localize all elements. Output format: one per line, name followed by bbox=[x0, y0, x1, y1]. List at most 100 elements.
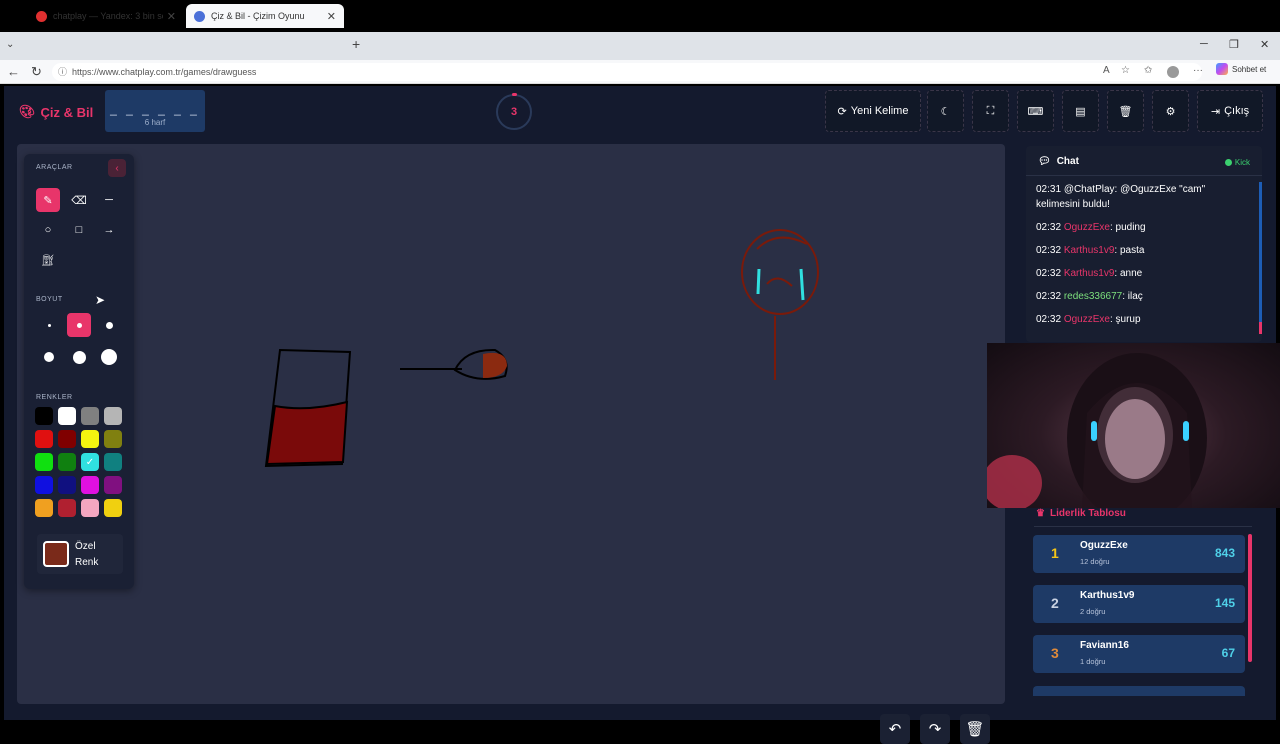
color-swatch[interactable] bbox=[81, 430, 99, 448]
app-logo: 🎨︎ Çiz & Bil bbox=[19, 104, 93, 120]
undo-button[interactable]: ↶ bbox=[880, 714, 910, 744]
platform-status: Kick bbox=[1225, 158, 1250, 167]
exit-button[interactable]: ⇥ Çıkış bbox=[1197, 90, 1263, 132]
message-time: 02:32 bbox=[1036, 291, 1062, 302]
close-tab-icon[interactable]: ✕ bbox=[327, 10, 336, 23]
message-time: 02:32 bbox=[1036, 222, 1062, 233]
line-tool[interactable]: ─ bbox=[97, 188, 121, 212]
drawing-canvas[interactable]: ↶ ↷ 🗑︎ bbox=[17, 144, 1005, 744]
new-tab-icon[interactable]: + bbox=[352, 36, 360, 52]
color-swatch[interactable] bbox=[35, 476, 53, 494]
collapse-panel-button[interactable]: ‹ bbox=[108, 159, 126, 177]
chat-message: 02:32 Karthus1v9: anne bbox=[1036, 266, 1251, 281]
size-dot bbox=[105, 321, 113, 329]
back-icon[interactable]: ← bbox=[7, 64, 20, 79]
color-swatch[interactable] bbox=[58, 499, 76, 517]
close-tab-icon[interactable]: ✕ bbox=[167, 10, 176, 23]
read-aloud-icon[interactable]: A bbox=[1103, 65, 1110, 76]
size-dot bbox=[47, 323, 51, 327]
keyboard-button[interactable]: ⌨ bbox=[1017, 90, 1054, 132]
size-option-1[interactable] bbox=[37, 313, 61, 337]
chat-messages: 02:31 @ChatPlay: @OguzzExe "cam" kelimes… bbox=[1036, 182, 1251, 335]
leaderboard-scrollbar[interactable] bbox=[1248, 534, 1252, 662]
color-swatch[interactable] bbox=[58, 476, 76, 494]
more-menu-icon[interactable]: ··· bbox=[1193, 65, 1203, 76]
size-option-2[interactable] bbox=[67, 313, 91, 337]
mouse-pointer-icon: ➤ bbox=[95, 293, 106, 307]
color-swatch[interactable] bbox=[81, 407, 99, 425]
message-user[interactable]: OguzzExe bbox=[1064, 314, 1110, 325]
arrow-tool[interactable]: → bbox=[97, 218, 121, 242]
size-option-5[interactable] bbox=[67, 345, 91, 369]
color-swatch[interactable] bbox=[35, 430, 53, 448]
chat-header: 💬︎ Chat Kick bbox=[1026, 146, 1262, 176]
maximize-icon[interactable]: ❐ bbox=[1229, 38, 1239, 51]
trash-icon: 🗑︎ bbox=[1118, 105, 1133, 118]
clear-canvas-button[interactable]: 🗑︎ bbox=[960, 714, 990, 744]
favorite-star-icon[interactable]: ☆ bbox=[1121, 65, 1130, 76]
url-field[interactable]: ⓘ https://www.chatplay.com.tr/games/draw… bbox=[52, 63, 1202, 81]
redo-button[interactable]: ↷ bbox=[920, 714, 950, 744]
chat-message: 02:32 redes336677: ilaç bbox=[1036, 289, 1251, 304]
color-swatch[interactable] bbox=[104, 407, 122, 425]
color-swatch[interactable] bbox=[81, 476, 99, 494]
leaderboard-title: ♛ Liderlik Tablosu bbox=[1036, 508, 1126, 519]
tab-list-chevron-icon[interactable]: ⌄ bbox=[6, 39, 14, 50]
color-swatch[interactable] bbox=[58, 407, 76, 425]
size-option-6[interactable] bbox=[97, 345, 121, 369]
color-swatch[interactable]: ✓ bbox=[81, 453, 99, 471]
minimize-icon[interactable]: ─ bbox=[1200, 38, 1208, 50]
profile-avatar[interactable] bbox=[1167, 66, 1179, 78]
moon-icon: ☾ bbox=[940, 105, 951, 118]
color-swatch[interactable] bbox=[35, 499, 53, 517]
color-swatch[interactable] bbox=[104, 453, 122, 471]
color-swatch[interactable] bbox=[104, 476, 122, 494]
size-option-3[interactable] bbox=[97, 313, 121, 337]
tear-left bbox=[756, 268, 761, 295]
color-swatch[interactable] bbox=[35, 407, 53, 425]
browser-tab-yandex[interactable]: chatplay — Yandex: 3 bin sonuç bu ✕ bbox=[28, 4, 184, 28]
rectangle-tool[interactable]: □ bbox=[67, 218, 91, 242]
color-swatch[interactable] bbox=[58, 453, 76, 471]
size-title: BOYUT bbox=[36, 296, 63, 303]
message-text: : puding bbox=[1109, 222, 1146, 233]
brush-tool[interactable]: ✎ bbox=[36, 188, 60, 212]
chat-scrollbar[interactable] bbox=[1259, 182, 1262, 332]
message-user[interactable]: OguzzExe bbox=[1064, 222, 1110, 233]
copilot-chat-button[interactable]: Sohbet et bbox=[1216, 63, 1266, 75]
fill-tool[interactable]: ⛽︎ bbox=[36, 248, 60, 272]
size-dot bbox=[44, 352, 54, 362]
color-swatch[interactable] bbox=[104, 499, 122, 517]
favorites-icon[interactable]: ✩ bbox=[1144, 65, 1152, 76]
color-swatch[interactable] bbox=[81, 499, 99, 517]
fullscreen-button[interactable]: ⛶ bbox=[972, 90, 1009, 132]
message-user[interactable]: @ChatPlay: bbox=[1064, 184, 1118, 195]
circle-tool[interactable]: ○ bbox=[36, 218, 60, 242]
game-header: 🎨︎ Çiz & Bil _ _ _ _ _ _ 6 harf 3 ⟳ Yeni… bbox=[4, 86, 1276, 136]
dark-mode-button[interactable]: ☾ bbox=[927, 90, 964, 132]
message-text: @OguzzExe "cam" kelimesini buldu! bbox=[1036, 184, 1206, 210]
browser-tab-cizbil[interactable]: Çiz & Bil - Çizim Oyunu ✕ bbox=[186, 4, 344, 28]
size-option-4[interactable] bbox=[37, 345, 61, 369]
platform-label: Kick bbox=[1234, 158, 1250, 167]
expand-icon: ⛶ bbox=[986, 104, 995, 117]
new-word-button[interactable]: ⟳ Yeni Kelime bbox=[825, 90, 921, 132]
archive-button[interactable]: ▤ bbox=[1062, 90, 1099, 132]
delete-button[interactable]: 🗑︎ bbox=[1107, 90, 1144, 132]
tear-right bbox=[799, 268, 805, 301]
settings-button[interactable]: ⚙ bbox=[1152, 90, 1189, 132]
size-dot bbox=[101, 349, 117, 365]
close-window-icon[interactable]: ✕ bbox=[1260, 38, 1269, 51]
custom-color-button[interactable]: Özel Renk bbox=[37, 534, 123, 574]
reload-icon[interactable]: ↻ bbox=[31, 64, 42, 80]
color-swatch[interactable] bbox=[35, 453, 53, 471]
eraser-tool[interactable]: ⌫ bbox=[67, 188, 91, 212]
site-info-icon[interactable]: ⓘ bbox=[58, 63, 67, 81]
message-user[interactable]: Karthus1v9 bbox=[1064, 245, 1115, 256]
chat-scrollbar-thumb[interactable] bbox=[1259, 322, 1262, 334]
message-user[interactable]: redes336677 bbox=[1064, 291, 1122, 302]
color-swatch[interactable] bbox=[58, 430, 76, 448]
message-user[interactable]: Karthus1v9 bbox=[1064, 268, 1115, 279]
color-swatch[interactable] bbox=[104, 430, 122, 448]
browser-tab-strip bbox=[0, 32, 1280, 60]
